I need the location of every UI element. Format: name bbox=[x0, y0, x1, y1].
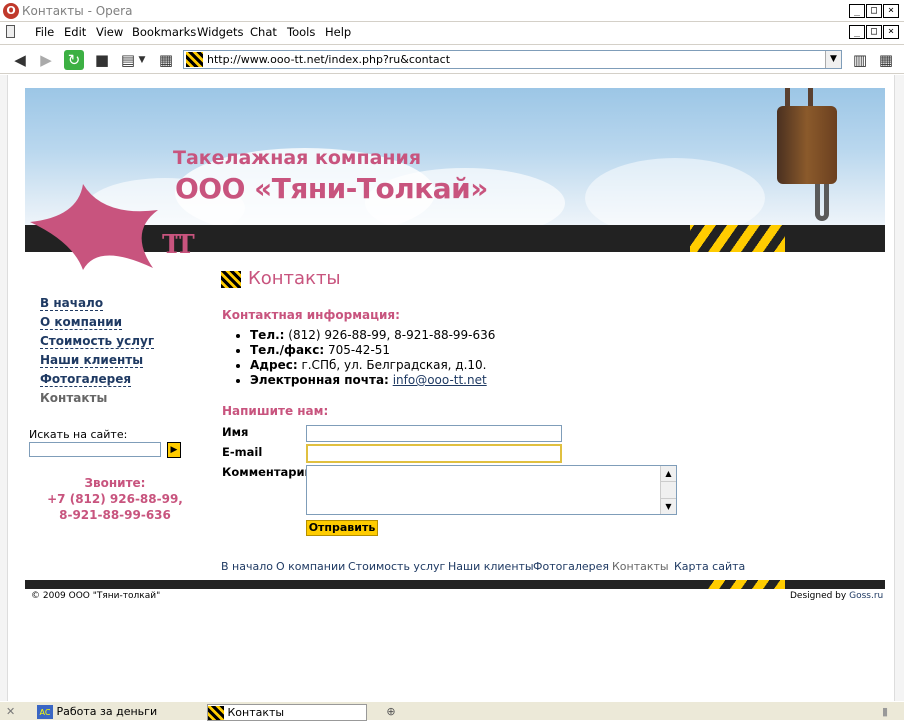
comment-textarea[interactable]: ▲ ▼ bbox=[306, 465, 677, 515]
sidebar-item-about[interactable]: О компании bbox=[40, 315, 123, 330]
trash-icon[interactable]: ▮ bbox=[878, 704, 892, 721]
menu-bar: File Edit View Bookmarks Widgets Chat To… bbox=[0, 22, 904, 43]
footer-nav-prices[interactable]: Стоимость услуг bbox=[348, 560, 445, 573]
task-label: Контакты bbox=[227, 706, 285, 719]
sidebar-item-home[interactable]: В начало bbox=[40, 296, 104, 311]
site-favicon bbox=[186, 52, 203, 67]
print-icon[interactable]: ▦ bbox=[156, 50, 176, 70]
menu-file[interactable]: File bbox=[35, 25, 54, 39]
menu-view[interactable]: View bbox=[96, 25, 123, 39]
designer-link[interactable]: Goss.ru bbox=[849, 591, 883, 601]
menu-tools[interactable]: Tools bbox=[287, 25, 315, 39]
back-arrow-icon[interactable]: ◀ bbox=[10, 50, 30, 70]
sidebar-item-prices[interactable]: Стоимость услуг bbox=[40, 334, 155, 349]
email-label: E-mail bbox=[222, 445, 263, 459]
menu-edit[interactable]: Edit bbox=[64, 25, 86, 39]
list-item: Электронная почта: info@ooo-tt.net bbox=[250, 373, 495, 388]
close-button[interactable]: × bbox=[883, 4, 899, 18]
left-panel-edge[interactable] bbox=[0, 75, 8, 701]
address-dropdown-icon[interactable]: ▼ bbox=[825, 51, 841, 68]
logo-letters: ТТ bbox=[162, 230, 195, 260]
tools-icon[interactable]: ✕ bbox=[6, 704, 28, 721]
window-title: Контакты - Opera bbox=[22, 4, 133, 18]
clipboard-icon[interactable]: ▤ bbox=[118, 50, 138, 70]
call-phone-1: +7 (812) 926-88-99, bbox=[47, 492, 183, 506]
sidebar-item-contacts: Контакты bbox=[40, 391, 108, 405]
page-title: Контакты bbox=[248, 268, 341, 289]
menu-bookmarks[interactable]: Bookmarks bbox=[132, 25, 196, 39]
textarea-scrollbar[interactable]: ▲ ▼ bbox=[660, 466, 676, 514]
menu-chat[interactable]: Chat bbox=[250, 25, 277, 39]
browser-toolbar: ◀ ▶ ↻ ■ ▤ ▼ ▦ http://www.ooo-tt.net/inde… bbox=[0, 44, 904, 74]
company-tagline: Такелажная компания bbox=[173, 147, 422, 169]
search-button[interactable]: ▶ bbox=[167, 442, 181, 458]
window-titlebar: O Контакты - Opera _ □ × bbox=[0, 0, 904, 22]
doc-restore-button[interactable]: □ bbox=[866, 25, 882, 39]
footer-nav-sitemap[interactable]: Карта сайта bbox=[674, 560, 745, 573]
reload-icon[interactable]: ↻ bbox=[64, 50, 84, 70]
opera-icon: O bbox=[3, 3, 19, 19]
dropdown-arrow-icon[interactable]: ▼ bbox=[136, 50, 148, 70]
search-input[interactable] bbox=[29, 442, 161, 457]
call-block: Звоните: +7 (812) 926-88-99, 8-921-88-99… bbox=[25, 475, 205, 523]
list-item: Тел.: (812) 926-88-99, 8-921-88-99-636 bbox=[250, 328, 495, 343]
footer-nav-contacts: Контакты bbox=[612, 560, 669, 573]
page-menu-icon[interactable] bbox=[6, 25, 15, 38]
submit-button[interactable]: Отправить bbox=[306, 520, 378, 536]
crane-hook-image bbox=[777, 106, 837, 184]
forward-arrow-icon[interactable]: ▶ bbox=[36, 50, 56, 70]
sidebar-item-clients[interactable]: Наши клиенты bbox=[40, 353, 144, 368]
logo-star-icon[interactable] bbox=[28, 182, 163, 272]
footer-nav-gallery[interactable]: Фотогалерея bbox=[533, 560, 609, 573]
app-icon: AC bbox=[37, 705, 53, 719]
doc-minimize-button[interactable]: _ bbox=[849, 25, 865, 39]
write-us-heading: Напишите нам: bbox=[222, 404, 329, 418]
email-link[interactable]: info@ooo-tt.net bbox=[393, 373, 487, 387]
vertical-scrollbar[interactable] bbox=[894, 75, 904, 701]
scroll-down-icon[interactable]: ▼ bbox=[661, 498, 676, 514]
list-item: Адрес: г.СПб, ул. Белградская, д.10. bbox=[250, 358, 495, 373]
panel-icon[interactable]: ▦ bbox=[876, 50, 896, 70]
footer-nav-clients[interactable]: Наши клиенты bbox=[448, 560, 534, 573]
minimize-button[interactable]: _ bbox=[849, 4, 865, 18]
list-item: Тел./факс: 705-42-51 bbox=[250, 343, 495, 358]
stripes-icon bbox=[221, 271, 241, 288]
email-field[interactable] bbox=[306, 444, 562, 463]
menu-help[interactable]: Help bbox=[325, 25, 351, 39]
search-label: Искать на сайте: bbox=[29, 428, 128, 441]
menu-widgets[interactable]: Widgets bbox=[197, 25, 244, 39]
address-bar[interactable]: http://www.ooo-tt.net/index.php?ru&conta… bbox=[183, 50, 842, 69]
task-button-contacts[interactable]: Контакты bbox=[207, 704, 367, 721]
maximize-button[interactable]: □ bbox=[866, 4, 882, 18]
doc-close-button[interactable]: × bbox=[883, 25, 899, 39]
address-text[interactable]: http://www.ooo-tt.net/index.php?ru&conta… bbox=[207, 53, 450, 66]
contact-list: Тел.: (812) 926-88-99, 8-921-88-99-636 Т… bbox=[236, 328, 495, 388]
footer-bar bbox=[25, 580, 885, 589]
designed-by: Designed by Goss.ru bbox=[790, 591, 884, 601]
taskbar: ✕ AC Работа за деньги Контакты ⊕ ▮ bbox=[0, 701, 904, 721]
comment-label: Комментарий bbox=[222, 465, 313, 479]
call-phone-2: 8-921-88-99-636 bbox=[59, 508, 171, 522]
contact-info-heading: Контактная информация: bbox=[222, 308, 400, 322]
sidebar-item-gallery[interactable]: Фотогалерея bbox=[40, 372, 132, 387]
footer-nav-home[interactable]: В начало bbox=[221, 560, 273, 573]
name-label: Имя bbox=[222, 425, 249, 439]
print-preview-icon[interactable]: ▥ bbox=[850, 50, 870, 70]
task-button-work[interactable]: AC Работа за деньги bbox=[37, 704, 197, 721]
site-favicon bbox=[208, 706, 224, 720]
call-title: Звоните: bbox=[84, 476, 146, 490]
copyright-text: © 2009 ООО "Тяни-толкай" bbox=[31, 591, 161, 601]
new-tab-icon[interactable]: ⊕ bbox=[384, 704, 398, 721]
name-field[interactable] bbox=[306, 425, 562, 442]
camera-icon[interactable]: ■ bbox=[92, 50, 112, 70]
task-label: Работа за деньги bbox=[56, 705, 158, 718]
scroll-up-icon[interactable]: ▲ bbox=[661, 466, 676, 482]
footer-nav-about[interactable]: О компании bbox=[276, 560, 345, 573]
company-name: ООО «Тяни-Толкай» bbox=[175, 172, 488, 205]
